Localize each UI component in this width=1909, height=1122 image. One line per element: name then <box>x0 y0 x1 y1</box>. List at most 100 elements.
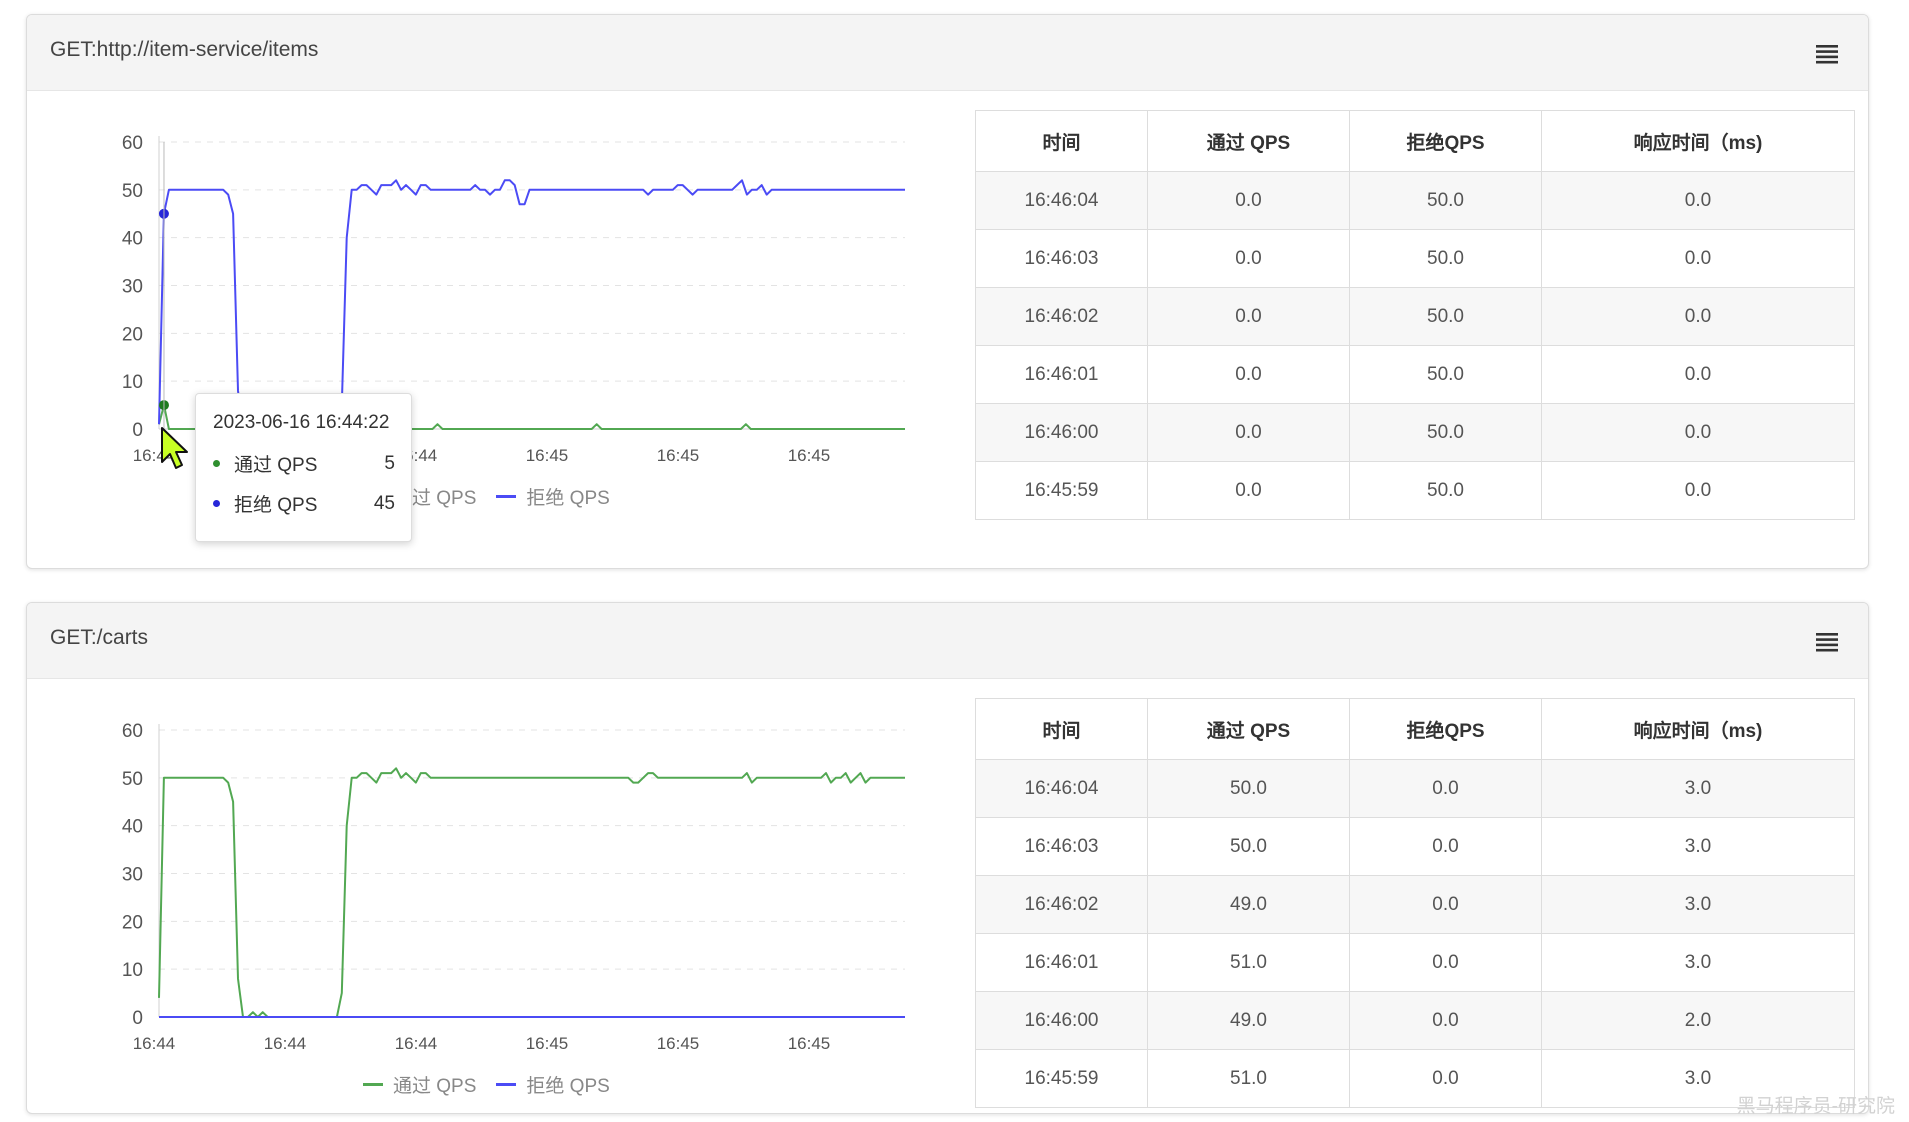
table-cell: 50.0 <box>1349 403 1542 462</box>
table-header-cell: 响应时间（ms) <box>1541 110 1855 172</box>
table-cell: 3.0 <box>1541 875 1855 934</box>
table-cell: 16:46:04 <box>975 171 1148 230</box>
table-cell: 0.0 <box>1541 345 1855 404</box>
table-cell: 0.0 <box>1147 287 1350 346</box>
table-cell: 0.0 <box>1541 171 1855 230</box>
y-tick-label: 60 <box>122 133 143 154</box>
qps-chart[interactable]: 010203040506016:4416:4416:4416:4516:4516… <box>47 110 907 550</box>
table-cell: 0.0 <box>1541 403 1855 462</box>
table-cell: 0.0 <box>1349 991 1542 1050</box>
watermark: 黑马程序员-研究院 <box>1736 1095 1895 1117</box>
qps-table: 时间 通过 QPS 拒绝QPS 响应时间（ms) 16:46:04 0.0 50… <box>975 110 1855 520</box>
qps-table: 时间 通过 QPS 拒绝QPS 响应时间（ms) 16:46:04 50.0 0… <box>975 698 1855 1108</box>
tooltip-row-reject: 拒绝 QPS 45 <box>213 490 395 517</box>
table-header-cell: 时间 <box>975 110 1148 172</box>
table-cell: 51.0 <box>1147 1049 1350 1108</box>
qps-chart[interactable]: 010203040506016:4416:4416:4416:4516:4516… <box>47 698 907 1113</box>
y-tick-label: 0 <box>132 420 143 441</box>
tooltip-label: 拒绝 QPS <box>234 495 318 516</box>
table-header-row: 时间 通过 QPS 拒绝QPS 响应时间（ms) <box>975 110 1855 172</box>
legend-reject[interactable]: 拒绝 QPS <box>496 483 610 510</box>
table-cell: 50.0 <box>1349 229 1542 288</box>
table-cell: 50.0 <box>1349 171 1542 230</box>
x-tick-label: 16:45 <box>788 446 831 465</box>
table-cell: 49.0 <box>1147 991 1350 1050</box>
panel-title: GET:/carts <box>50 626 149 649</box>
legend-pass[interactable]: 通过 QPS <box>363 1071 476 1098</box>
table-row: 16:46:00 49.0 0.0 2.0 <box>975 991 1855 1050</box>
tooltip-value: 45 <box>373 492 395 514</box>
y-tick-label: 30 <box>122 865 143 886</box>
table-cell: 0.0 <box>1541 461 1855 520</box>
panel-header: GET:/carts <box>27 603 1868 679</box>
table-cell: 16:46:01 <box>975 345 1148 404</box>
y-tick-label: 60 <box>122 721 143 742</box>
table-cell: 2.0 <box>1541 991 1855 1050</box>
table-cell: 16:46:02 <box>975 875 1148 934</box>
legend-reject-label: 拒绝 QPS <box>526 1076 610 1097</box>
mouse-cursor-icon <box>161 427 188 469</box>
table-cell: 16:46:01 <box>975 933 1148 992</box>
table-cell: 0.0 <box>1349 759 1542 818</box>
tooltip-row-pass: 通过 QPS 5 <box>213 450 395 477</box>
table-cell: 0.0 <box>1349 1049 1542 1108</box>
panel-header: GET:http://item-service/items <box>27 15 1868 91</box>
menu-icon[interactable] <box>1814 630 1840 652</box>
table-row: 16:46:02 0.0 50.0 0.0 <box>975 287 1855 346</box>
table-header-cell: 通过 QPS <box>1147 698 1350 760</box>
x-tick-label: 16:45 <box>788 1034 831 1053</box>
table-cell: 16:46:03 <box>975 229 1148 288</box>
table-cell: 50.0 <box>1147 817 1350 876</box>
legend-pass-label: 通过 QPS <box>393 1076 477 1097</box>
y-tick-label: 10 <box>122 960 143 981</box>
y-tick-label: 50 <box>122 769 143 790</box>
panel-title: GET:http://item-service/items <box>50 38 319 61</box>
table-row: 16:46:03 0.0 50.0 0.0 <box>975 229 1855 288</box>
series-line <box>158 179 905 430</box>
table-header-cell: 拒绝QPS <box>1349 698 1542 760</box>
legend-pass-swatch <box>363 1083 383 1086</box>
table-row: 16:46:04 0.0 50.0 0.0 <box>975 171 1855 230</box>
x-tick-label: 16:45 <box>526 1034 569 1053</box>
table-row: 16:46:01 0.0 50.0 0.0 <box>975 345 1855 404</box>
table-cell: 16:46:00 <box>975 991 1148 1050</box>
table-cell: 49.0 <box>1147 875 1350 934</box>
table-row: 16:46:01 51.0 0.0 3.0 <box>975 933 1855 992</box>
tooltip-pass-dot <box>213 460 220 467</box>
legend-reject[interactable]: 拒绝 QPS <box>496 1071 610 1098</box>
table-row: 16:46:04 50.0 0.0 3.0 <box>975 759 1855 818</box>
table-cell: 0.0 <box>1147 403 1350 462</box>
table-header-cell: 拒绝QPS <box>1349 110 1542 172</box>
panel-carts: GET:/carts 0 10 20 30 40 50 60 16:44 16:44 16:44 1… <box>26 602 1869 1114</box>
tooltip-value: 5 <box>384 452 395 474</box>
x-tick-label: 16:44 <box>395 1034 438 1053</box>
table-cell: 16:46:04 <box>975 759 1148 818</box>
table-cell: 3.0 <box>1541 817 1855 876</box>
table-cell: 0.0 <box>1349 933 1542 992</box>
table-cell: 0.0 <box>1349 817 1542 876</box>
panel-items: GET:http://item-service/items 0 10 20 30 40 5… <box>26 14 1869 569</box>
legend-reject-swatch <box>496 495 517 498</box>
y-tick-label: 40 <box>122 229 143 250</box>
y-tick-label: 0 <box>132 1008 143 1029</box>
x-tick-label: 16:44 <box>264 1034 307 1053</box>
table-cell: 50.0 <box>1349 287 1542 346</box>
tooltip-title: 2023-06-16 16:44:22 <box>213 412 390 433</box>
table-cell: 16:45:59 <box>975 1049 1148 1108</box>
legend-reject-swatch <box>496 1083 517 1086</box>
table-cell: 51.0 <box>1147 933 1350 992</box>
x-tick-label: 16:44 <box>133 1034 176 1053</box>
table-row: 16:45:59 51.0 0.0 3.0 <box>975 1049 1855 1108</box>
table-cell: 0.0 <box>1541 287 1855 346</box>
table-cell: 0.0 <box>1147 461 1350 520</box>
table-cell: 50.0 <box>1349 345 1542 404</box>
table-row: 16:46:03 50.0 0.0 3.0 <box>975 817 1855 876</box>
x-tick-label: 16:45 <box>657 446 700 465</box>
chart-legend: 通过 QPS 拒绝 QPS <box>363 1071 610 1098</box>
table-cell: 3.0 <box>1541 759 1855 818</box>
menu-icon[interactable] <box>1814 42 1840 64</box>
table-cell: 3.0 <box>1541 933 1855 992</box>
table-cell: 16:46:02 <box>975 287 1148 346</box>
table-cell: 16:46:03 <box>975 817 1148 876</box>
table-cell: 0.0 <box>1147 345 1350 404</box>
